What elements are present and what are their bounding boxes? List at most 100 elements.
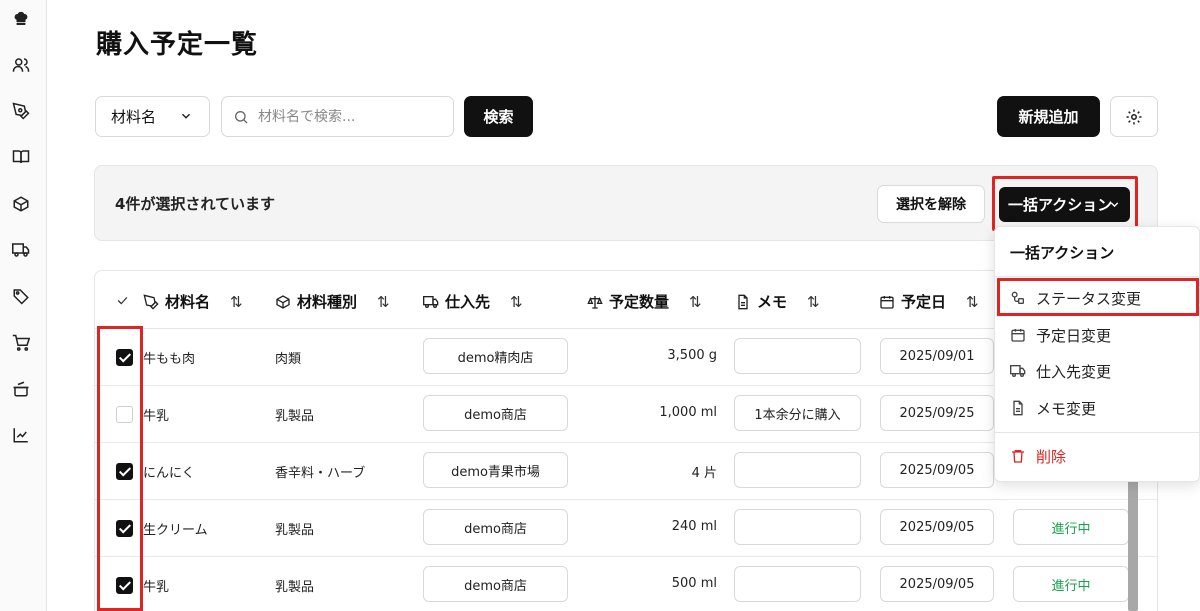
pot-icon[interactable]: [11, 379, 31, 399]
column-label-name: 材料名: [165, 293, 211, 311]
settings-button[interactable]: [1110, 96, 1158, 137]
users-icon[interactable]: [11, 55, 31, 75]
truck-icon[interactable]: [11, 240, 31, 260]
cell-qty: 4 片: [691, 466, 717, 481]
bulk-action-label: 一括アクション: [1008, 196, 1113, 214]
field-select-value: 材料名: [111, 108, 157, 126]
cell-name: 生クリーム: [143, 523, 208, 538]
chart-icon[interactable]: [11, 425, 31, 445]
table-scrollbar[interactable]: [1128, 475, 1138, 611]
sort-icon[interactable]: ⇅: [510, 293, 523, 311]
menu-item-supplier[interactable]: 仕入先変更: [1010, 360, 1111, 382]
menu-item-delete[interactable]: 削除: [1010, 445, 1066, 467]
status-badge[interactable]: 進行中: [1013, 509, 1129, 545]
chef-hat-icon[interactable]: [11, 9, 31, 29]
menu-item-highlight: [997, 278, 1199, 316]
package-icon: [276, 294, 290, 309]
package-icon[interactable]: [11, 194, 31, 214]
pen-icon: [143, 293, 159, 310]
clear-selection-button[interactable]: 選択を解除: [877, 185, 985, 223]
column-label-memo: メモ: [757, 293, 788, 311]
column-header-qty[interactable]: 予定数量 ⇅: [587, 291, 702, 312]
checkbox-highlight: [97, 326, 143, 611]
table-row: 生クリーム 乳製品 demo商店 240 ml 2025/09/05 進行中: [95, 500, 1157, 557]
date-input[interactable]: 2025/09/05: [880, 509, 994, 545]
file-icon: [1013, 400, 1023, 416]
table-row: 牛乳 乳製品 demo商店 500 ml 2025/09/05 進行中: [95, 557, 1157, 611]
trash-icon: [1012, 450, 1024, 463]
column-header-type[interactable]: 材料種別 ⇅: [275, 291, 390, 312]
menu-divider: [995, 276, 1200, 277]
memo-input[interactable]: [734, 338, 861, 374]
scale-icon: [587, 295, 603, 309]
menu-item-memo[interactable]: メモ変更: [1010, 397, 1096, 419]
bulk-action-button[interactable]: 一括アクション: [999, 187, 1130, 222]
calendar-icon: [880, 295, 894, 309]
calendar-icon: [1011, 329, 1025, 342]
truck-icon: [1010, 365, 1026, 377]
date-input[interactable]: 2025/09/01: [880, 338, 994, 374]
column-label-qty: 予定数量: [609, 293, 670, 311]
menu-title: 一括アクション: [1010, 244, 1115, 262]
cart-icon[interactable]: [11, 333, 31, 353]
menu-item-label: 削除: [1036, 447, 1067, 466]
menu-item-label: 仕入先変更: [1036, 362, 1112, 381]
date-input[interactable]: 2025/09/05: [880, 566, 994, 602]
column-header-memo[interactable]: メモ ⇅: [735, 291, 820, 312]
supplier-select[interactable]: demo商店: [423, 395, 568, 431]
sort-icon[interactable]: ⇅: [230, 293, 243, 311]
truck-icon: [423, 295, 439, 308]
sort-icon[interactable]: ⇅: [377, 293, 390, 311]
pen-icon[interactable]: [11, 101, 31, 121]
book-icon[interactable]: [11, 147, 31, 167]
search-input[interactable]: [258, 108, 438, 125]
date-input[interactable]: 2025/09/25: [880, 395, 994, 431]
cell-type: 香辛料・ハーブ: [275, 466, 366, 481]
supplier-select[interactable]: demo青果市場: [423, 452, 568, 488]
cell-type: 乳製品: [275, 409, 315, 424]
memo-input[interactable]: 1本余分に購入: [734, 395, 861, 431]
sort-icon[interactable]: ⇅: [966, 293, 979, 311]
column-header-date[interactable]: 予定日 ⇅: [879, 291, 979, 312]
menu-item-label: メモ変更: [1036, 399, 1097, 418]
supplier-select[interactable]: demo精肉店: [423, 338, 568, 374]
column-header-supplier[interactable]: 仕入先 ⇅: [423, 291, 523, 312]
memo-input[interactable]: [734, 566, 861, 602]
menu-divider: [995, 432, 1200, 433]
cell-qty: 3,500 g: [667, 348, 717, 363]
cell-name: 牛乳: [143, 409, 170, 424]
cell-type: 乳製品: [275, 580, 315, 595]
status-badge[interactable]: 進行中: [1013, 566, 1129, 602]
column-label-date: 予定日: [901, 293, 947, 311]
date-input[interactable]: 2025/09/05: [880, 452, 994, 488]
column-header-name[interactable]: 材料名 ⇅: [143, 291, 243, 312]
tag-icon[interactable]: [11, 286, 31, 306]
bulk-action-highlight: 一括アクション: [992, 176, 1138, 231]
header-checkbox[interactable]: [115, 293, 130, 308]
memo-input[interactable]: [734, 452, 861, 488]
cell-qty: 500 ml: [671, 576, 717, 591]
page-title: 購入予定一覧: [96, 30, 259, 60]
cell-qty: 1,000 ml: [659, 405, 717, 420]
search-box[interactable]: [221, 96, 454, 137]
supplier-select[interactable]: demo商店: [423, 566, 568, 602]
column-label-type: 材料種別: [297, 293, 358, 311]
memo-input[interactable]: [734, 509, 861, 545]
selection-count: 4件が選択されています: [115, 195, 275, 213]
menu-item-date[interactable]: 予定日変更: [1010, 324, 1111, 346]
add-new-button[interactable]: 新規追加: [997, 96, 1100, 137]
field-select[interactable]: 材料名: [95, 96, 210, 137]
chevron-down-icon: [181, 113, 191, 119]
search-button[interactable]: 検索: [464, 96, 533, 137]
supplier-select[interactable]: demo商店: [423, 509, 568, 545]
chevron-down-icon: [1110, 202, 1119, 208]
search-icon: [235, 111, 248, 124]
gear-icon: [1126, 109, 1142, 124]
column-label-supplier: 仕入先: [445, 293, 491, 311]
sort-icon[interactable]: ⇅: [807, 293, 820, 311]
cell-name: 牛もも肉: [143, 352, 196, 367]
sort-icon[interactable]: ⇅: [689, 293, 702, 311]
bulk-action-menu: 一括アクション ステータス変更 予定日変更 仕入先変更 メモ変更 削除: [994, 226, 1200, 482]
cell-qty: 240 ml: [671, 519, 717, 534]
cell-type: 肉類: [275, 352, 302, 367]
